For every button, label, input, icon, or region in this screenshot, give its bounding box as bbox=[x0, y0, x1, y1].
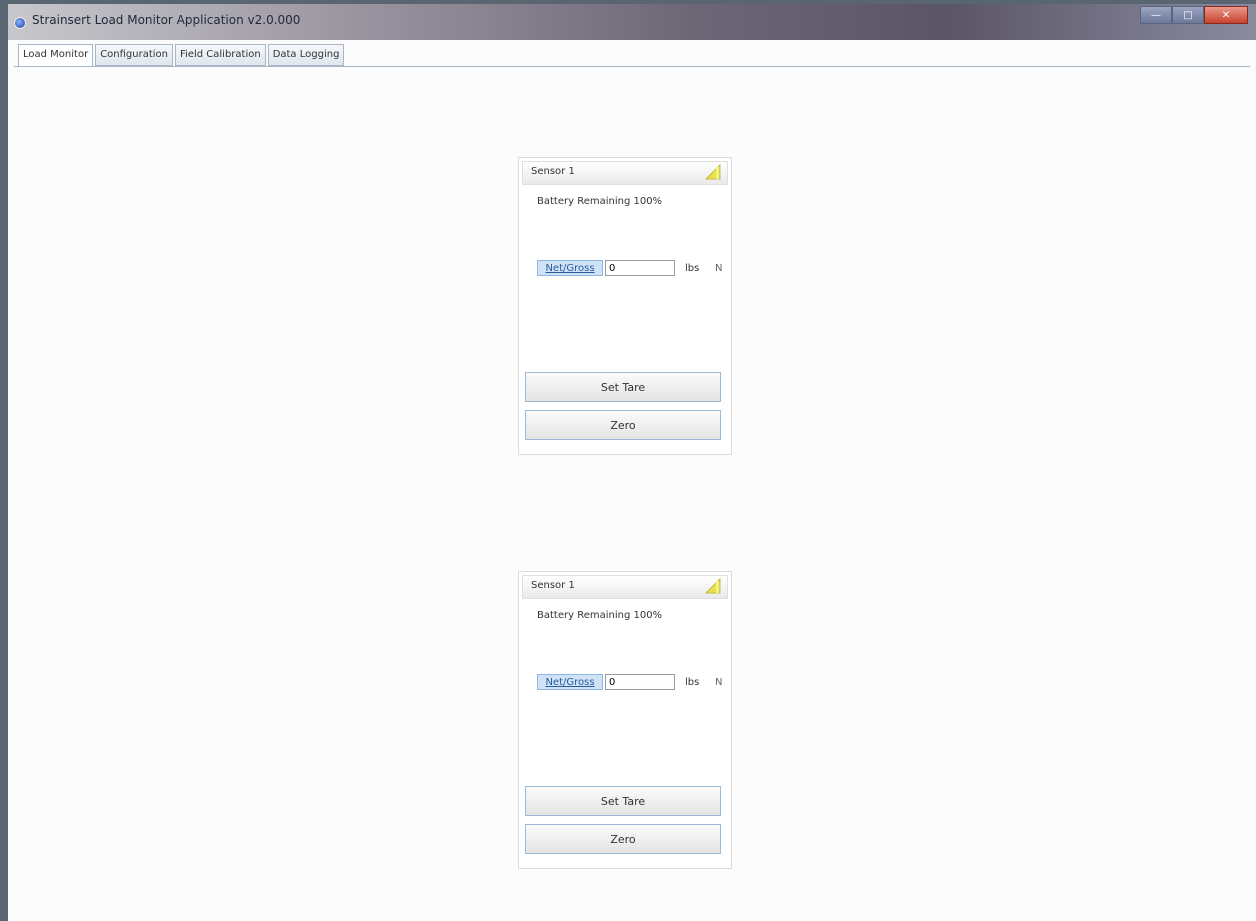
sensor-panel-header: Sensor 1 bbox=[522, 161, 728, 185]
set-tare-button[interactable]: Set Tare bbox=[525, 372, 721, 402]
app-icon bbox=[14, 17, 26, 29]
tab-load-monitor[interactable]: Load Monitor bbox=[18, 44, 94, 68]
window-title: Strainsert Load Monitor Application v2.0… bbox=[32, 13, 301, 27]
signal-strength-icon bbox=[705, 164, 721, 180]
net-gross-toggle[interactable]: Net/Gross bbox=[537, 260, 603, 276]
battery-remaining: Battery Remaining 100% bbox=[537, 196, 663, 207]
sensor-panel-header: Sensor 1 bbox=[522, 575, 728, 599]
title-bar[interactable]: Strainsert Load Monitor Application v2.0… bbox=[8, 4, 1256, 40]
tab-configuration[interactable]: Configuration bbox=[95, 44, 174, 66]
app-window: Strainsert Load Monitor Application v2.0… bbox=[8, 4, 1256, 921]
close-icon: ✕ bbox=[1221, 9, 1231, 21]
tab-field-calibration[interactable]: Field Calibration bbox=[175, 44, 266, 66]
close-button[interactable]: ✕ bbox=[1204, 6, 1248, 24]
battery-remaining: Battery Remaining 100% bbox=[537, 610, 663, 621]
zero-button[interactable]: Zero bbox=[525, 824, 721, 854]
set-tare-button[interactable]: Set Tare bbox=[525, 786, 721, 816]
tab-data-logging[interactable]: Data Logging bbox=[267, 44, 345, 66]
unit-lbs[interactable]: lbs bbox=[685, 263, 699, 274]
signal-strength-icon bbox=[705, 578, 721, 594]
tab-bar: Load Monitor Configuration Field Calibra… bbox=[18, 44, 346, 68]
load-monitor-content: Sensor 1 Battery Remaining 100% Net/Gros… bbox=[14, 66, 1250, 921]
zero-button[interactable]: Zero bbox=[525, 410, 721, 440]
unit-n[interactable]: N bbox=[715, 677, 722, 688]
window-controls: — □ ✕ bbox=[1140, 6, 1248, 24]
net-gross-toggle[interactable]: Net/Gross bbox=[537, 674, 603, 690]
maximize-icon: □ bbox=[1183, 9, 1193, 21]
minimize-button[interactable]: — bbox=[1140, 6, 1172, 24]
sensor-panel: Sensor 1 Battery Remaining 100% Net/Gros… bbox=[518, 157, 732, 455]
sensor-name: Sensor 1 bbox=[531, 580, 575, 591]
unit-n[interactable]: N bbox=[715, 263, 722, 274]
maximize-button[interactable]: □ bbox=[1172, 6, 1204, 24]
load-value-field[interactable] bbox=[605, 674, 675, 690]
sensor-name: Sensor 1 bbox=[531, 166, 575, 177]
minimize-icon: — bbox=[1151, 9, 1161, 21]
load-value-field[interactable] bbox=[605, 260, 675, 276]
sensor-panel: Sensor 1 Battery Remaining 100% Net/Gros… bbox=[518, 571, 732, 869]
unit-lbs[interactable]: lbs bbox=[685, 677, 699, 688]
